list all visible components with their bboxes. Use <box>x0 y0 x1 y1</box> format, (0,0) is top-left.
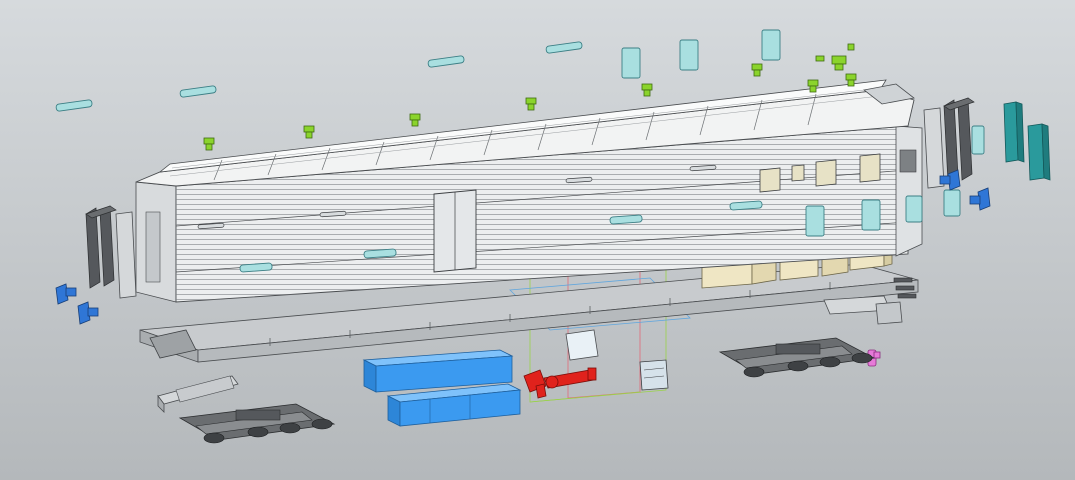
wireframe-green <box>529 391 641 403</box>
exploded-model[interactable] <box>0 0 1075 480</box>
cad-viewport[interactable] <box>0 0 1075 480</box>
end-steps-left[interactable] <box>85 205 137 299</box>
front-truck[interactable] <box>178 403 336 444</box>
vestibule-doors[interactable] <box>1003 101 1051 181</box>
brake-cylinder[interactable] <box>523 367 597 399</box>
rear-truck[interactable] <box>718 337 876 378</box>
battery-box-lower[interactable] <box>386 383 522 427</box>
coupler-left[interactable] <box>55 283 99 325</box>
draft-gear[interactable] <box>157 375 239 413</box>
